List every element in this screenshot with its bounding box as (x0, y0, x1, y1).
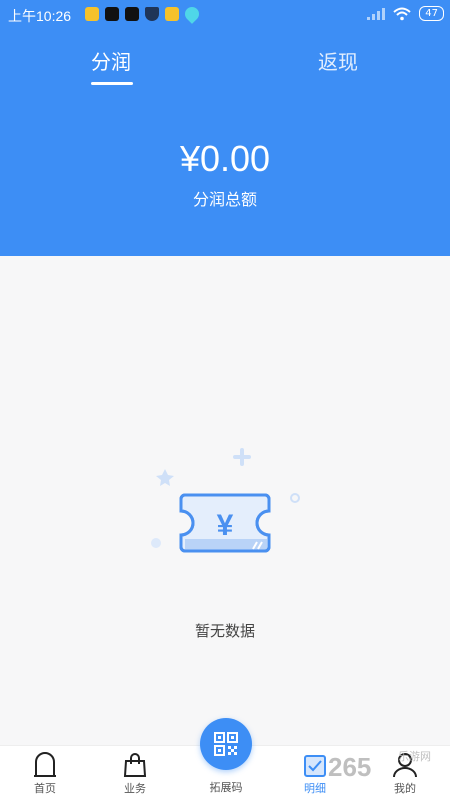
header-panel: 上午10:26 47 分润 返现 ¥0.00 分润总额 (0, 0, 450, 256)
qr-code-icon (214, 732, 238, 756)
watermark: 265 (328, 752, 372, 782)
tiktok-icon (105, 7, 119, 21)
tab-profit-share[interactable]: 分润 (91, 46, 131, 75)
nav-home-label: 首页 (34, 782, 56, 795)
tiktok-icon (125, 7, 139, 21)
shield-icon (145, 7, 159, 21)
qr-code-label: 拓展码 (209, 781, 243, 794)
signal-icon (367, 7, 386, 20)
drop-icon (182, 4, 202, 24)
yen-ticket-icon: ¥ (151, 448, 300, 553)
app-icon (165, 7, 179, 21)
notification-icons (85, 4, 202, 24)
app-icon (85, 7, 99, 21)
active-tab-indicator (91, 82, 133, 85)
svg-text:¥: ¥ (217, 509, 234, 542)
nav-business[interactable]: 业务 (100, 746, 170, 801)
status-indicators: 47 (367, 6, 444, 21)
tab-bar: 分润 返现 (0, 42, 450, 90)
tab-cashback[interactable]: 返现 (318, 46, 358, 75)
nav-business-label: 业务 (124, 782, 146, 795)
qr-code-button[interactable] (200, 718, 252, 770)
total-amount: ¥0.00 (179, 138, 271, 179)
status-time: 上午10:26 (8, 8, 72, 24)
nav-mine-label: 我的 (394, 782, 416, 795)
wifi-icon (393, 7, 411, 20)
watermark-small: 乐游网 (398, 750, 431, 763)
empty-state-text: 暂无数据 (194, 622, 255, 640)
battery-indicator: 47 (419, 6, 444, 21)
bag-icon (123, 753, 147, 777)
home-icon (34, 752, 56, 777)
status-bar: 上午10:26 47 (0, 0, 450, 30)
nav-home[interactable]: 首页 (10, 746, 80, 801)
detail-icon (304, 755, 326, 777)
total-amount-label: 分润总额 (192, 190, 257, 209)
